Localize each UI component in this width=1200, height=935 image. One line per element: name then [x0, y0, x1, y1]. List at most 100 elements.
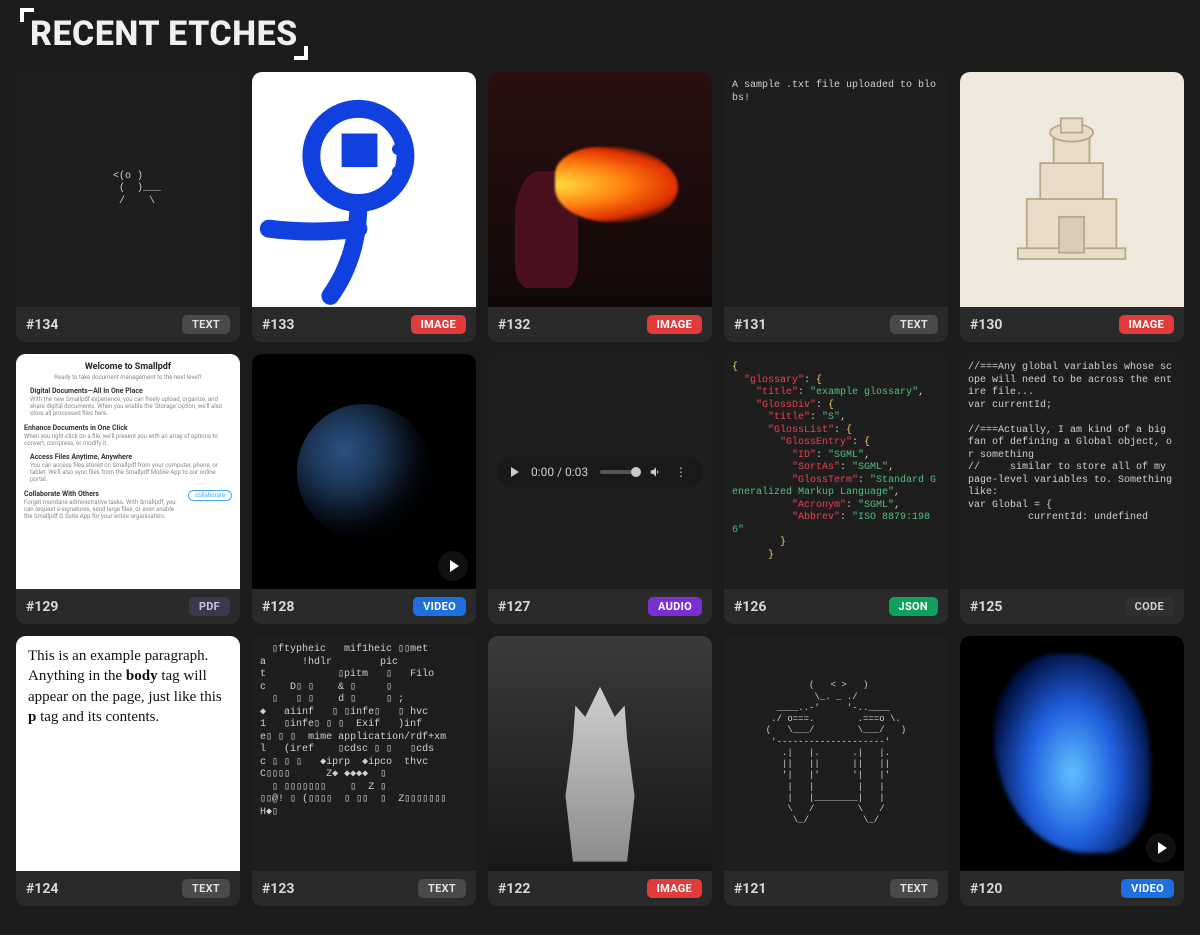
etch-id: #128 — [262, 599, 294, 615]
type-badge: TEXT — [182, 315, 230, 334]
etch-card[interactable]: #122 IMAGE — [488, 636, 712, 906]
json-preview: { "glossary": { "title": "example glossa… — [724, 354, 948, 589]
etch-id: #133 — [262, 317, 294, 333]
play-icon[interactable] — [1146, 833, 1176, 863]
type-badge: IMAGE — [647, 315, 702, 334]
etch-id: #127 — [498, 599, 530, 615]
text-preview: <(o ) ( )___ / \ — [16, 72, 240, 307]
etch-id: #132 — [498, 317, 530, 333]
volume-icon[interactable] — [649, 465, 663, 479]
etch-footer: #121 TEXT — [724, 871, 948, 906]
etch-footer: #123 TEXT — [252, 871, 476, 906]
etch-thumbnail: Welcome to Smallpdf Ready to take docume… — [16, 354, 240, 589]
etch-thumbnail — [960, 636, 1184, 871]
audio-seek[interactable] — [600, 470, 637, 474]
type-badge: CODE — [1125, 597, 1174, 616]
etch-footer: #120 VIDEO — [960, 871, 1184, 906]
audio-time: 0:00 / 0:03 — [531, 465, 588, 479]
type-badge: JSON — [889, 597, 938, 616]
etch-card[interactable]: #132 IMAGE — [488, 72, 712, 342]
etch-thumbnail — [252, 354, 476, 589]
type-badge: VIDEO — [1121, 879, 1174, 898]
etch-card[interactable]: Welcome to Smallpdf Ready to take docume… — [16, 354, 240, 624]
etch-thumbnail: ( < > ) \_. _ ./ ____..-' '-..____ ./ o=… — [724, 636, 948, 871]
type-badge: AUDIO — [648, 597, 702, 616]
etch-thumbnail — [488, 72, 712, 307]
type-badge: IMAGE — [411, 315, 466, 334]
etch-thumbnail — [960, 72, 1184, 307]
audio-player[interactable]: 0:00 / 0:03 ⋮ — [497, 457, 703, 487]
etch-thumbnail: This is an example paragraph. Anything i… — [16, 636, 240, 871]
etch-card[interactable]: { "glossary": { "title": "example glossa… — [724, 354, 948, 624]
more-icon[interactable]: ⋮ — [675, 465, 689, 479]
pdf-subtitle: Ready to take document management to the… — [24, 374, 232, 381]
etch-footer: #129 PDF — [16, 589, 240, 624]
type-badge: TEXT — [182, 879, 230, 898]
text-preview: ▯ftypheic mif1heic ▯▯met a !hdlr pic t ▯… — [252, 636, 476, 871]
play-icon[interactable] — [511, 467, 519, 477]
etch-grid: <(o ) ( )___ / \ #134 TEXT — [16, 72, 1184, 906]
etch-card[interactable]: #133 IMAGE — [252, 72, 476, 342]
etch-id: #122 — [498, 881, 530, 897]
etch-footer: #128 VIDEO — [252, 589, 476, 624]
etch-thumbnail: 0:00 / 0:03 ⋮ — [488, 354, 712, 589]
etch-footer: #126 JSON — [724, 589, 948, 624]
etch-id: #129 — [26, 599, 58, 615]
etch-thumbnail: //===Any global variables whose scope wi… — [960, 354, 1184, 589]
etch-thumbnail: A sample .txt file uploaded to blobs! — [724, 72, 948, 307]
page-title: RECENT ETCHES — [30, 14, 298, 54]
etch-card[interactable]: This is an example paragraph. Anything i… — [16, 636, 240, 906]
type-badge: PDF — [189, 597, 230, 616]
type-badge: TEXT — [418, 879, 466, 898]
etch-id: #124 — [26, 881, 58, 897]
temple-image — [960, 72, 1184, 307]
etch-footer: #127 AUDIO — [488, 589, 712, 624]
type-badge: TEXT — [890, 879, 938, 898]
corner-decoration-tl — [20, 8, 34, 22]
etch-id: #125 — [970, 599, 1002, 615]
etch-card[interactable]: A sample .txt file uploaded to blobs! #1… — [724, 72, 948, 342]
etch-footer: #132 IMAGE — [488, 307, 712, 342]
etch-card[interactable]: #128 VIDEO — [252, 354, 476, 624]
fox-image — [488, 636, 712, 871]
etch-card[interactable]: ( < > ) \_. _ ./ ____..-' '-..____ ./ o=… — [724, 636, 948, 906]
etch-footer: #133 IMAGE — [252, 307, 476, 342]
etch-thumbnail: ▯ftypheic mif1heic ▯▯met a !hdlr pic t ▯… — [252, 636, 476, 871]
type-badge: IMAGE — [1119, 315, 1174, 334]
etch-footer: #122 IMAGE — [488, 871, 712, 906]
etch-card[interactable]: 0:00 / 0:03 ⋮ #127 AUDIO — [488, 354, 712, 624]
etch-card[interactable]: ▯ftypheic mif1heic ▯▯met a !hdlr pic t ▯… — [252, 636, 476, 906]
text-preview: ( < > ) \_. _ ./ ____..-' '-..____ ./ o=… — [724, 636, 948, 871]
type-badge: VIDEO — [413, 597, 466, 616]
pdf-title: Welcome to Smallpdf — [24, 362, 232, 372]
etch-id: #120 — [970, 881, 1002, 897]
type-badge: IMAGE — [647, 879, 702, 898]
etch-id: #130 — [970, 317, 1002, 333]
etch-id: #123 — [262, 881, 294, 897]
etch-thumbnail: <(o ) ( )___ / \ — [16, 72, 240, 307]
type-badge: TEXT — [890, 315, 938, 334]
html-preview: This is an example paragraph. Anything i… — [16, 636, 240, 871]
etch-id: #131 — [734, 317, 766, 333]
etch-thumbnail: { "glossary": { "title": "example glossa… — [724, 354, 948, 589]
page-header: RECENT ETCHES — [30, 14, 298, 54]
etch-card[interactable]: #130 IMAGE — [960, 72, 1184, 342]
etch-card[interactable]: <(o ) ( )___ / \ #134 TEXT — [16, 72, 240, 342]
pdf-preview: Welcome to Smallpdf Ready to take docume… — [16, 354, 240, 589]
etch-thumbnail — [488, 636, 712, 871]
play-icon[interactable] — [438, 551, 468, 581]
etch-footer: #131 TEXT — [724, 307, 948, 342]
etch-id: #126 — [734, 599, 766, 615]
etch-card[interactable]: #120 VIDEO — [960, 636, 1184, 906]
fire-breather-image — [488, 72, 712, 307]
etch-id: #134 — [26, 317, 58, 333]
etch-card[interactable]: //===Any global variables whose scope wi… — [960, 354, 1184, 624]
etch-id: #121 — [734, 881, 766, 897]
etch-thumbnail — [252, 72, 476, 307]
text-preview: A sample .txt file uploaded to blobs! — [724, 72, 948, 307]
etch-footer: #134 TEXT — [16, 307, 240, 342]
etch-footer: #125 CODE — [960, 589, 1184, 624]
etch-footer: #124 TEXT — [16, 871, 240, 906]
corner-decoration-br — [294, 46, 308, 60]
doodle-image — [252, 72, 476, 307]
